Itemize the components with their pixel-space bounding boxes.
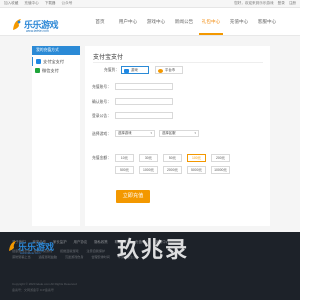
account-input[interactable] <box>115 83 173 90</box>
copyright-text: Copyright © 2020 lelele.com All Rights R… <box>12 282 77 286</box>
confirm-account-label: 确认账号： <box>92 100 111 104</box>
footer-logo-icon <box>9 241 16 251</box>
sidebar-item-wechat[interactable]: 微信支付 <box>32 66 80 75</box>
footer-link[interactable]: 隐私政策 <box>94 240 108 244</box>
amount-option[interactable]: 50元 <box>163 154 182 162</box>
recharge-panel: 支付宝支付 充值到： 游戏 平台币 充值账号： 确认账号： 登录公告： 选择游戏… <box>85 46 270 226</box>
footer-link[interactable]: 家长监护 <box>53 240 67 244</box>
amount-option[interactable]: 2000元 <box>163 166 182 174</box>
server-notice-input[interactable] <box>115 112 173 119</box>
amount-option[interactable]: 5000元 <box>187 166 206 174</box>
server-notice-label: 登录公告： <box>92 114 111 118</box>
amount-option[interactable]: 10000元 <box>211 166 230 174</box>
nav-home[interactable]: 首页 <box>88 17 112 31</box>
sidebar-item-label: 微信支付 <box>42 68 59 73</box>
login-link[interactable]: 登录 <box>278 1 285 5</box>
nav-news[interactable]: 新闻公告 <box>172 17 196 31</box>
nav-game-center[interactable]: 游戏中心 <box>144 17 168 31</box>
top-bar-right: 您好，欢迎来到乐乐游戏 登录 注册 <box>231 1 296 6</box>
nav-user-center[interactable]: 用户中心 <box>116 17 140 31</box>
nav-gift-center[interactable]: 礼包中心 <box>199 17 223 31</box>
footer-link[interactable]: 用户协议 <box>74 240 88 244</box>
pay-option-coin[interactable]: 平台币 <box>155 66 183 74</box>
logo-url: www.lelele.com <box>26 29 49 33</box>
amount-option[interactable]: 10元 <box>115 154 134 162</box>
game-icon <box>124 68 129 73</box>
footer-notice: 拒绝盗版游戏 <box>60 249 79 253</box>
amount-label: 充值金额： <box>92 156 111 160</box>
submit-recharge-button[interactable]: 立即充值 <box>116 190 150 203</box>
logo-icon <box>13 19 21 30</box>
welcome-text: 您好，欢迎来到乐乐游戏 <box>234 1 274 5</box>
pay-option-label: 平台币 <box>165 68 176 72</box>
alipay-icon <box>36 59 41 64</box>
amount-option[interactable]: 1000元 <box>139 166 158 174</box>
watermark: 玖兆录 <box>117 237 190 262</box>
amount-option[interactable]: 30元 <box>139 154 158 162</box>
amount-option-selected[interactable]: 100元 <box>187 154 206 162</box>
top-bar: 加入收藏 充值中心 下载器 公众号 您好，欢迎来到乐乐游戏 登录 注册 <box>0 0 300 8</box>
footer-notice: 合理安排时间 <box>91 255 110 259</box>
pay-to-label: 充值到： <box>103 68 119 72</box>
sidebar-item-alipay[interactable]: 支付宝支付 <box>32 57 80 66</box>
register-link[interactable]: 注册 <box>289 1 296 5</box>
chevron-down-icon: ▾ <box>150 131 152 135</box>
nav-service-center[interactable]: 客服中心 <box>255 17 279 31</box>
bookmark-link[interactable]: 加入收藏 <box>4 1 18 5</box>
footer-notice: 适度游戏益脑 <box>38 255 57 259</box>
wechat-pay-icon <box>35 68 40 73</box>
game-select-value: 选择游戏 <box>118 131 132 135</box>
confirm-account-input[interactable] <box>115 98 173 105</box>
page-title: 支付宝支付 <box>93 55 124 61</box>
icp-text: 备案号：文网游备字 ICP备案号 <box>12 288 54 292</box>
footer-notice: 注意自我保护 <box>86 249 106 253</box>
pay-option-label: 游戏 <box>131 68 138 72</box>
title-divider <box>93 62 263 63</box>
account-label: 充值账号： <box>92 85 111 89</box>
nav-active-indicator <box>199 33 223 35</box>
pay-option-game[interactable]: 游戏 <box>121 66 149 74</box>
coin-icon <box>158 68 163 73</box>
recharge-link[interactable]: 充值中心 <box>24 1 38 5</box>
game-select-label: 选择游戏： <box>92 132 111 136</box>
footer-notice: 谨防受骗上当 <box>12 255 31 259</box>
footer-notice: 沉迷游戏伤身 <box>64 255 84 259</box>
server-select-value: 选择区服 <box>162 131 176 135</box>
top-bar-left: 加入收藏 充值中心 下载器 公众号 <box>4 1 77 6</box>
sidebar-item-label: 支付宝支付 <box>43 59 64 64</box>
downloader-link[interactable]: 下载器 <box>45 1 56 5</box>
nav-recharge-center[interactable]: 充值中心 <box>227 17 251 31</box>
site-logo[interactable]: 乐乐游戏 www.lelele.com <box>12 18 59 36</box>
sidebar-title: 我的充值方式 <box>32 46 80 55</box>
amount-option[interactable]: 500元 <box>115 166 134 174</box>
footer-logo-url: www.lelele.com <box>20 251 41 255</box>
sidebar: 我的充值方式 支付宝支付 微信支付 <box>32 46 80 226</box>
wechat-account-link[interactable]: 公众号 <box>62 1 73 5</box>
game-select[interactable]: 选择游戏 ▾ <box>115 130 155 137</box>
amount-option[interactable]: 200元 <box>211 154 230 162</box>
server-select[interactable]: 选择区服 ▾ <box>159 130 199 137</box>
chevron-down-icon: ▾ <box>194 131 196 135</box>
